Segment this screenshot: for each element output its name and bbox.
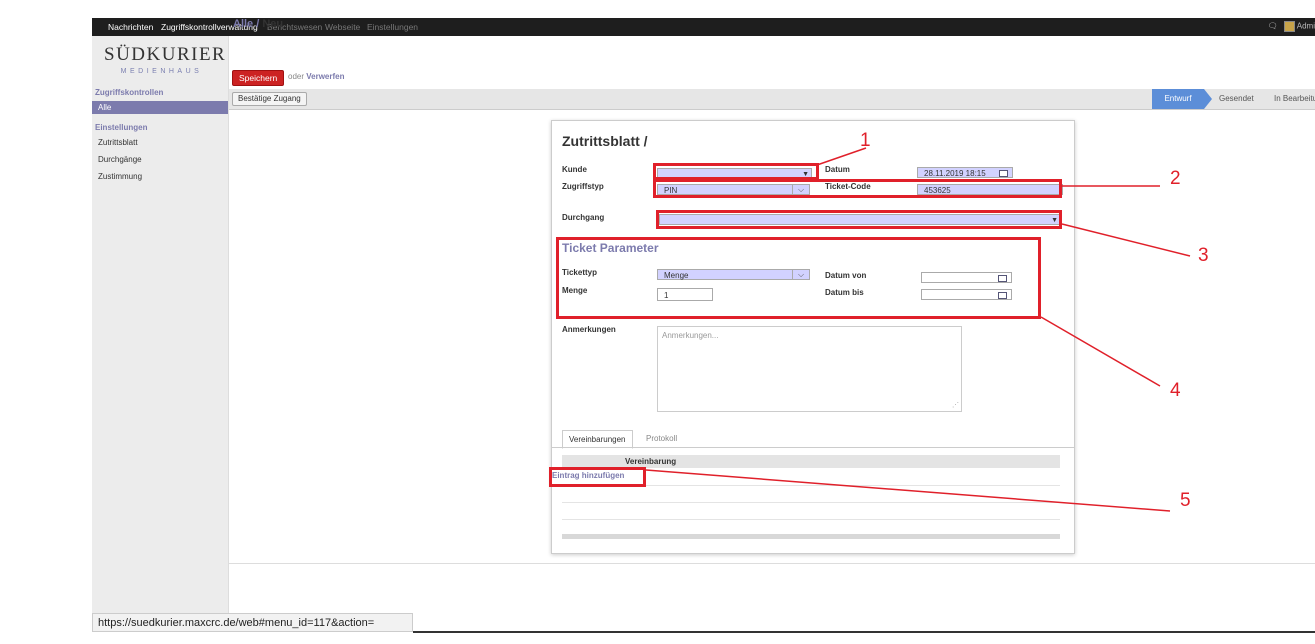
annotation-lines (645, 147, 1191, 512)
annotation-number-2: 2 (1170, 168, 1181, 189)
annotation-line-4 (1040, 316, 1161, 387)
annotation-number-3: 3 (1198, 245, 1209, 266)
annotation-line-3 (1061, 223, 1191, 257)
annotation-line-5 (645, 469, 1171, 512)
annotation-line-1 (816, 147, 867, 166)
annotation-number-1: 1 (860, 130, 871, 151)
annotation-number-4: 4 (1170, 380, 1181, 401)
divider (413, 631, 1315, 633)
annotation-number-5: 5 (1180, 490, 1191, 511)
status-url: https://suedkurier.maxcrc.de/web#menu_id… (92, 613, 413, 632)
